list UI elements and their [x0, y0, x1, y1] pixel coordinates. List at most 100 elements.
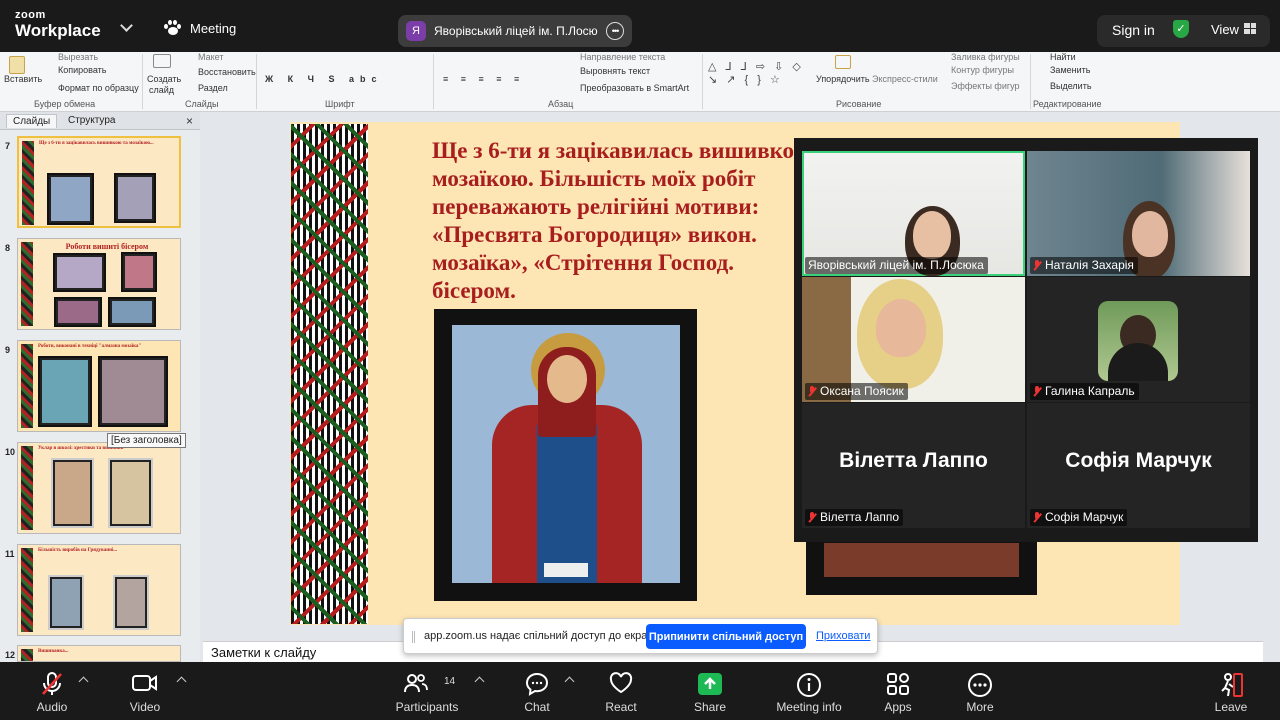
- font-style-buttons[interactable]: Ж К Ч S abc: [265, 74, 382, 84]
- share-button[interactable]: Share: [686, 662, 734, 720]
- slide-line: «Пресвята Богородиця» викон.: [432, 222, 757, 247]
- logo-line1: zoom: [15, 9, 46, 21]
- layout-button[interactable]: Макет: [198, 52, 223, 62]
- beaded-icon-image: [452, 325, 680, 583]
- meeting-tab[interactable]: Meeting: [164, 20, 236, 36]
- view-button[interactable]: View: [1211, 22, 1239, 37]
- audio-button[interactable]: Audio: [27, 662, 77, 720]
- video-options-caret[interactable]: [176, 676, 187, 687]
- slide-body-text[interactable]: Ще з 6-ти я зацікавилась вишивкою та моз…: [432, 137, 802, 305]
- align-buttons[interactable]: ≡ ≡ ≡ ≡ ≡: [443, 74, 524, 84]
- more-label: More: [966, 700, 994, 714]
- mic-muted-icon: [42, 672, 62, 695]
- zoom-top-bar: zoom Workplace Meeting Я Яворівський ліц…: [0, 0, 1280, 52]
- chat-button[interactable]: Chat: [514, 662, 560, 720]
- slide-thumbnail[interactable]: Роботи вишиті бісером: [17, 238, 181, 330]
- cut-button[interactable]: Вырезать: [58, 52, 98, 62]
- replace-button[interactable]: Заменить: [1050, 65, 1090, 75]
- participants-button[interactable]: 14 Participants: [390, 662, 464, 720]
- participants-options-caret[interactable]: [474, 676, 485, 687]
- paste-icon[interactable]: [9, 56, 25, 74]
- video-button[interactable]: Video: [120, 662, 170, 720]
- zoom-logo[interactable]: zoom Workplace: [15, 9, 101, 40]
- sign-in-button[interactable]: Sign in: [1112, 22, 1155, 38]
- meeting-toolbar: Audio Video 14 Participants Chat React S…: [0, 662, 1280, 720]
- shield-check-icon[interactable]: ✓: [1173, 20, 1189, 38]
- participant-name: Софія Марчук: [1030, 509, 1128, 526]
- close-icon[interactable]: ×: [186, 114, 193, 128]
- participant-display-name: Софія Марчук: [1065, 449, 1212, 472]
- slide-number: 8: [5, 243, 11, 253]
- section-button[interactable]: Раздел: [198, 83, 228, 93]
- second-image[interactable]: [806, 540, 1037, 595]
- slide-thumbnail[interactable]: Роботи, виконані в техніці "алмазна моза…: [17, 340, 181, 432]
- apps-icon: [887, 673, 909, 695]
- apps-label: Apps: [884, 700, 912, 714]
- shape-fill-button[interactable]: Заливка фигуры: [951, 52, 1020, 62]
- leave-button[interactable]: Leave: [1208, 662, 1254, 720]
- new-slide-button-line2: слайд: [149, 85, 175, 95]
- meeting-info-label: Meeting info: [776, 700, 842, 714]
- paste-button[interactable]: Вставить: [4, 74, 42, 84]
- stop-sharing-button[interactable]: Припинити спільний доступ: [646, 624, 806, 649]
- participant-tile[interactable]: Оксана Поясик: [802, 277, 1025, 402]
- hide-banner-link[interactable]: Приховати: [816, 630, 870, 642]
- active-speaker-pill[interactable]: Я Яворівський ліцей ім. П.Лосюка •••: [398, 15, 632, 47]
- apps-button[interactable]: Apps: [876, 662, 920, 720]
- mic-muted-icon: [1033, 512, 1041, 523]
- arrange-icon[interactable]: [835, 55, 851, 69]
- share-screen-icon: [698, 673, 722, 695]
- audio-options-caret[interactable]: [78, 676, 89, 687]
- align-text-button[interactable]: Выровнять текст: [580, 66, 650, 76]
- smartart-button[interactable]: Преобразовать в SmartArt: [580, 83, 689, 93]
- new-slide-button[interactable]: Создать: [147, 74, 181, 84]
- chat-options-caret[interactable]: [564, 676, 575, 687]
- speaker-name: Яворівський ліцей ім. П.Лосюка: [434, 24, 598, 38]
- grid-view-icon[interactable]: [1244, 23, 1256, 34]
- slide-thumbnail[interactable]: Ще з 6-ти я зацікавилась вишивкою та моз…: [17, 136, 181, 228]
- chat-icon: [525, 672, 549, 696]
- slide-thumbnail[interactable]: Більшість виробів на Грядуванні...: [17, 544, 181, 636]
- new-slide-icon[interactable]: [153, 54, 171, 68]
- more-button[interactable]: More: [958, 662, 1002, 720]
- react-button[interactable]: React: [598, 662, 644, 720]
- more-options-icon[interactable]: •••: [606, 22, 624, 40]
- slide-thumbnail[interactable]: Уклар в школі: хрестики та вишивки: [17, 442, 181, 534]
- thumb-title: Роботи вишиті бісером: [65, 242, 149, 251]
- mic-muted-icon: [808, 512, 816, 523]
- participant-tile[interactable]: Яворівський ліцей ім. П.Лосюка: [802, 151, 1025, 276]
- heart-icon: [609, 672, 633, 694]
- drawing-group-label: Рисование: [836, 99, 882, 109]
- video-camera-icon: [132, 675, 157, 691]
- tab-slides[interactable]: Слайды: [6, 114, 58, 128]
- participant-tile[interactable]: Галина Капраль: [1027, 277, 1250, 402]
- participant-tile[interactable]: Наталія Захарія: [1027, 151, 1250, 276]
- avatar: [1098, 301, 1178, 381]
- meeting-info-button[interactable]: Meeting info: [768, 662, 850, 720]
- chevron-down-icon[interactable]: [120, 19, 133, 32]
- shape-effects-button[interactable]: Эффекты фигур: [951, 81, 1020, 91]
- participant-tile[interactable]: Вілетта Лаппо Вілетта Лаппо: [802, 403, 1025, 528]
- slide-line: бісером.: [432, 278, 516, 303]
- quick-styles-button[interactable]: Экспресс-стили: [872, 74, 938, 84]
- participant-tile[interactable]: Софія Марчук Софія Марчук: [1027, 403, 1250, 528]
- drag-handle[interactable]: [412, 631, 415, 643]
- shapes-gallery[interactable]: △ ⅃ ⅃ ⇨ ⇩ ◇ ↘ ↗ { } ☆: [708, 60, 804, 86]
- arrange-button[interactable]: Упорядочить: [816, 74, 870, 84]
- meeting-label: Meeting: [190, 20, 237, 36]
- slide-thumbnail[interactable]: Вишиванка...: [17, 645, 181, 662]
- find-button[interactable]: Найти: [1050, 52, 1076, 62]
- tab-outline[interactable]: Структура: [62, 114, 121, 127]
- copy-button[interactable]: Копировать: [58, 65, 106, 75]
- slide-number: 11: [5, 549, 15, 559]
- thumb-title: Роботи, виконані в техніці "алмазна моза…: [38, 344, 142, 349]
- select-button[interactable]: Выделить: [1050, 81, 1092, 91]
- reset-button[interactable]: Восстановить: [198, 67, 256, 77]
- shape-outline-button[interactable]: Контур фигуры: [951, 65, 1014, 75]
- format-painter-button[interactable]: Формат по образцу: [58, 83, 139, 93]
- audio-label: Audio: [36, 700, 68, 714]
- thumb-title: Ще з 6-ти я зацікавилась вишивкою та моз…: [39, 141, 154, 146]
- mic-muted-icon: [1033, 386, 1041, 397]
- tooltip: [Без заголовка]: [107, 433, 186, 448]
- text-direction-button[interactable]: Направление текста: [580, 52, 665, 62]
